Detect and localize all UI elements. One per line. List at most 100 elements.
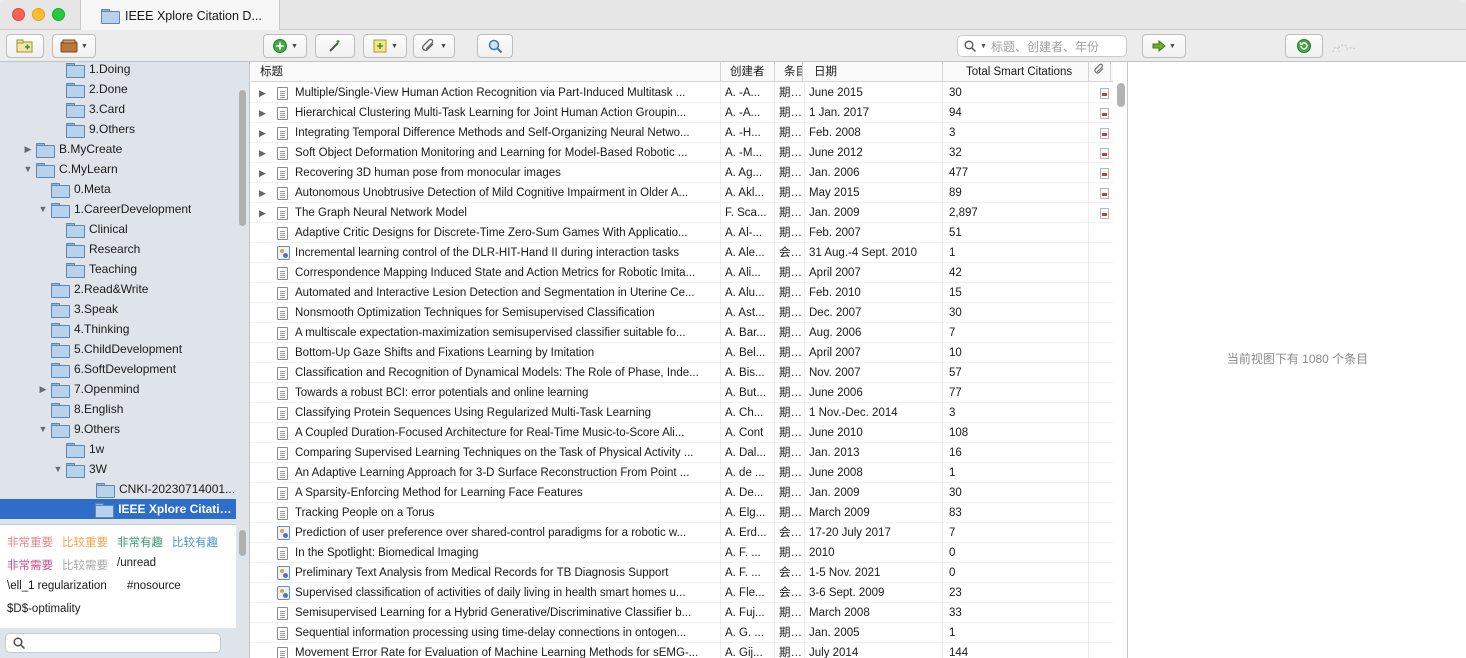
tag-nosource[interactable]: #nosource [127,580,181,592]
collection-item[interactable]: ▶ 7.Openmind [0,379,236,399]
item-row[interactable]: A Coupled Duration-Focused Architecture … [251,423,1113,443]
item-row[interactable]: In the Spotlight: Biomedical Imaging A. F… [251,543,1113,563]
close-window-button[interactable] [12,8,25,21]
item-row[interactable]: Movement Error Rate for Evaluation of Ma… [251,643,1113,658]
item-row[interactable]: Classifying Protein Sequences Using Regu… [251,403,1113,423]
tag-fairly-needed[interactable]: 比较需要 [62,557,108,573]
collection-item[interactable]: Clinical [0,219,236,239]
collection-item[interactable]: IEEE Xplore Citation... [0,499,236,519]
collection-item[interactable]: 1.Doing [0,62,236,79]
add-by-identifier-button[interactable] [315,34,355,58]
pdf-attachment-icon[interactable] [1100,168,1109,179]
tag-unread[interactable]: /unread [117,557,156,569]
tag-very-important[interactable]: 非常重要 [7,534,53,550]
disclosure-expanded-icon[interactable]: ▼ [37,204,49,214]
collection-item[interactable]: ▼ 3W [0,459,236,479]
collection-item[interactable]: 2.Read&Write [0,279,236,299]
disclosure-expanded-icon[interactable]: ▼ [22,164,34,174]
collection-item[interactable]: 3.Card [0,99,236,119]
expand-row-icon[interactable]: ▶ [259,163,266,183]
pdf-attachment-icon[interactable] [1100,108,1109,119]
new-note-button[interactable]: ▼ [363,34,407,58]
item-row[interactable]: A Sparsity-Enforcing Method for Learning… [251,483,1113,503]
item-row[interactable]: ▶ Integrating Temporal Difference Methods… [251,123,1113,143]
column-creator[interactable]: 创建者 [724,62,775,82]
sync-button[interactable] [1285,34,1323,58]
collection-item[interactable]: 4.Thinking [0,319,236,339]
disclosure-collapsed-icon[interactable]: ▶ [37,384,49,395]
disclosure-expanded-icon[interactable]: ▼ [37,424,49,434]
expand-row-icon[interactable]: ▶ [259,203,266,223]
item-row[interactable]: Prediction of user preference over share… [251,523,1113,543]
collection-item[interactable]: 6.SoftDevelopment [0,359,236,379]
collection-item[interactable]: ▶ B.MyCreate [0,139,236,159]
item-row[interactable]: ▶ The Graph Neural Network Model F. Sca...… [251,203,1113,223]
tag-scrollbar[interactable] [239,530,246,556]
pdf-attachment-icon[interactable] [1100,148,1109,159]
tag-d-optimality[interactable]: $D$-optimality [7,603,81,615]
minimize-window-button[interactable] [32,8,45,21]
column-date[interactable]: 日期 [808,62,943,82]
new-collection-button[interactable] [6,34,44,58]
collection-item[interactable]: Research [0,239,236,259]
collection-item[interactable]: 0.Meta [0,179,236,199]
pdf-attachment-icon[interactable] [1100,208,1109,219]
collection-item[interactable]: 8.English [0,399,236,419]
item-row[interactable]: Sequential information processing using … [251,623,1113,643]
new-item-button[interactable]: ▼ [263,34,307,58]
locate-button[interactable]: ▼ [1142,34,1186,58]
collection-item[interactable]: CNKI-20230714001... [0,479,236,499]
item-row[interactable]: Classification and Recognition of Dynami… [251,363,1113,383]
column-attachments[interactable] [1089,62,1111,82]
collection-item[interactable]: 1w [0,439,236,459]
expand-row-icon[interactable]: ▶ [259,143,266,163]
collection-item[interactable]: 3.Speak [0,299,236,319]
pdf-attachment-icon[interactable] [1100,88,1109,99]
tag-ell1-regularization[interactable]: \ell_1 regularization [7,580,107,592]
collection-item[interactable]: Teaching [0,259,236,279]
column-item-type[interactable]: 条目 [778,62,803,82]
item-row[interactable]: Correspondence Mapping Induced State and… [251,263,1113,283]
tag-very-needed[interactable]: 非常需要 [7,557,53,573]
expand-row-icon[interactable]: ▶ [259,123,266,143]
items-scrollbar[interactable] [1117,83,1125,107]
item-row[interactable]: ▶ Autonomous Unobtrusive Detection of Mil… [251,183,1113,203]
pdf-attachment-icon[interactable] [1100,188,1109,199]
item-row[interactable]: Incremental learning control of the DLR-… [251,243,1113,263]
search-input[interactable]: ▼ 标题、创建者、年份 [957,35,1127,57]
tag-fairly-important[interactable]: 比较重要 [62,534,108,550]
collections-scrollbar[interactable] [239,90,246,226]
collection-item[interactable]: ▼ 9.Others [0,419,236,439]
pdf-attachment-icon[interactable] [1100,128,1109,139]
item-row[interactable]: Semisupervised Learning for a Hybrid Gen… [251,603,1113,623]
item-row[interactable]: Preliminary Text Analysis from Medical R… [251,563,1113,583]
collection-item[interactable]: 2.Done [0,79,236,99]
item-row[interactable]: ▶ Soft Object Deformation Monitoring and … [251,143,1113,163]
tag-filter-input[interactable] [5,633,221,653]
tag-very-interesting[interactable]: 非常有趣 [117,534,163,550]
collection-item[interactable]: ▼ C.MyLearn [0,159,236,179]
disclosure-expanded-icon[interactable]: ▼ [52,464,64,474]
collection-item[interactable]: 5.ChildDevelopment [0,339,236,359]
column-title[interactable]: 标题 [254,62,721,82]
item-row[interactable]: ▶ Multiple/Single-View Human Action Recog… [251,83,1113,103]
item-row[interactable]: Comparing Supervised Learning Techniques… [251,443,1113,463]
zoom-window-button[interactable] [52,8,65,21]
item-row[interactable]: ▶ Hierarchical Clustering Multi-Task Lear… [251,103,1113,123]
column-total-smart-citations[interactable]: Total Smart Citations [960,62,1089,82]
item-row[interactable]: A multiscale expectation-maximization se… [251,323,1113,343]
library-tab[interactable]: IEEE Xplore Citation D... [80,0,280,31]
item-row[interactable]: Tracking People on a TorusA. Elg...期刊文章M… [251,503,1113,523]
item-row[interactable]: Automated and Interactive Lesion Detecti… [251,283,1113,303]
expand-row-icon[interactable]: ▶ [259,83,266,103]
advanced-search-button[interactable] [477,34,513,58]
item-row[interactable]: ▶ Recovering 3D human pose from monocular… [251,163,1113,183]
item-row[interactable]: Supervised classification of activities … [251,583,1113,603]
collection-item[interactable]: 9.Others [0,119,236,139]
add-attachment-button[interactable]: ▼ [413,34,455,58]
new-library-button[interactable]: ▼ [52,34,96,58]
item-row[interactable]: An Adaptive Learning Approach for 3-D Su… [251,463,1113,483]
expand-row-icon[interactable]: ▶ [259,183,266,203]
item-row[interactable]: Adaptive Critic Designs for Discrete-Tim… [251,223,1113,243]
disclosure-collapsed-icon[interactable]: ▶ [22,144,34,155]
